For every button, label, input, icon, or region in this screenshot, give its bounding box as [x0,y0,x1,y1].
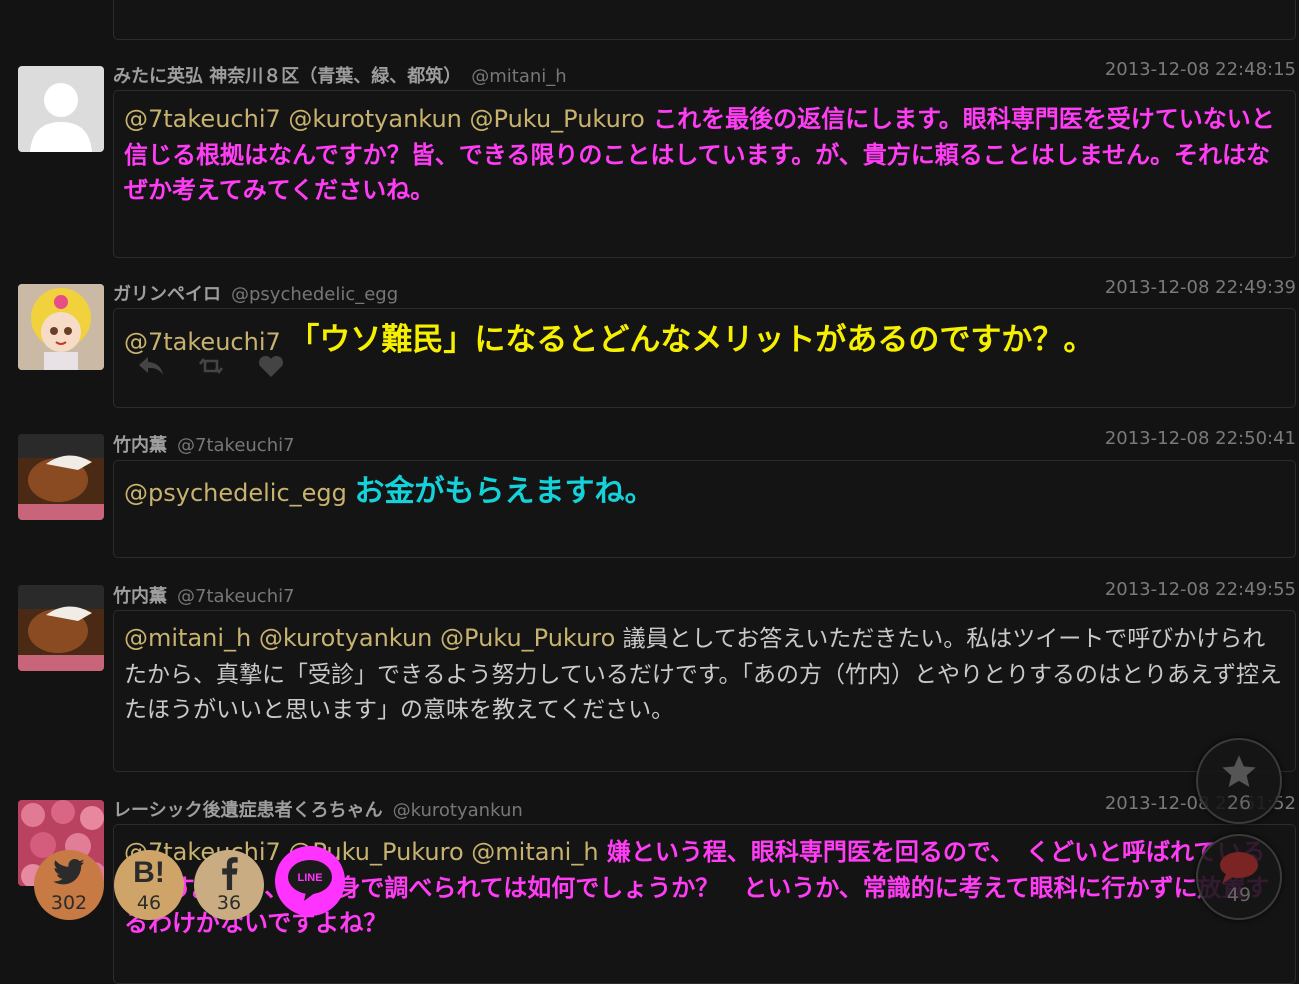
user-name[interactable]: 竹内薫 [113,586,167,607]
timestamp[interactable]: 2013-12-08 22:50:41 [1105,428,1296,449]
user-handle[interactable]: @7takeuchi7 [177,586,295,607]
user-handle[interactable]: @7takeuchi7 [177,435,295,456]
timestamp[interactable]: 2013-12-08 22:48:15 [1105,59,1296,80]
tweet-bubble: @7takeuchi7 @kurotyankun @Puku_Pukuro これ… [113,90,1296,258]
timestamp[interactable]: 2013-12-08 22:49:55 [1105,579,1296,600]
timestamp[interactable]: 2013-12-08 22:49:39 [1105,277,1296,298]
tweet-author[interactable]: 竹内薫 @7takeuchi7 [113,431,295,457]
tweet-text: @psychedelic_egg お金がもらえますね。 [124,474,1283,512]
twitter-share-button[interactable]: 302 [34,850,104,920]
user-handle[interactable]: @psychedelic_egg [231,284,398,305]
avatar[interactable] [18,434,104,520]
tweet-body: 「ウソ難民」になるとどんなメリットがあるのですか？。 [288,322,1095,358]
line-share-button[interactable]: LINE [275,846,345,916]
default-avatar-icon [30,83,92,152]
avatar[interactable] [18,585,104,671]
previous-tweet-bubble [113,0,1296,40]
tweet-author[interactable]: レーシック後遺症患者くろちゃん @kurotyankun [113,796,523,822]
heart-icon[interactable] [256,353,290,379]
avatar[interactable] [18,66,104,152]
mentions[interactable]: @7takeuchi7 [124,328,281,356]
mentions[interactable]: @7takeuchi7 @kurotyankun @Puku_Pukuro [124,105,645,133]
photo-avatar-icon [18,434,104,520]
tweet-bubble: @psychedelic_egg お金がもらえますね。 [113,460,1296,558]
favorite-count: 26 [1226,792,1252,814]
retweet-icon[interactable] [196,353,230,379]
comment-count: 49 [1226,884,1252,906]
line-icon: LINE [288,860,332,901]
facebook-share-count: 36 [216,892,242,914]
tweet-actions [136,353,290,379]
tweet-text: @7takeuchi7 「ウソ難民」になるとどんなメリットがあるのですか？。 [124,322,1283,361]
user-name[interactable]: レーシック後遺症患者くろちゃん [113,800,383,821]
user-handle[interactable]: @kurotyankun [393,800,523,821]
comment-button[interactable]: 49 [1196,834,1282,920]
hatena-share-count: 46 [136,892,162,914]
tweet-author[interactable]: 竹内薫 @7takeuchi7 [113,582,295,608]
user-name[interactable]: ガリンペイロ [113,284,221,305]
favorite-button[interactable]: 26 [1196,738,1282,824]
line-label: LINE [297,872,322,884]
mentions[interactable]: @mitani_h @kurotyankun @Puku_Pukuro [124,624,615,652]
tweet-bubble: @7takeuchi7 「ウソ難民」になるとどんなメリットがあるのですか？。 [113,308,1296,408]
twitter-icon [53,858,85,885]
user-name[interactable]: 竹内薫 [113,435,167,456]
tweet-text: @mitani_h @kurotyankun @Puku_Pukuro 議員とし… [124,621,1283,729]
character-avatar-icon [18,284,104,370]
facebook-share-button[interactable]: 36 [194,850,264,920]
facebook-icon [222,857,238,890]
mentions[interactable]: @psychedelic_egg [124,479,347,507]
mentions[interactable]: @7takeuchi7 @Puku_Pukuro @mitani_h [124,838,599,866]
reply-icon[interactable] [136,353,170,379]
tweet-body: お金がもらえますね。 [354,474,655,509]
tweet-text: @7takeuchi7 @kurotyankun @Puku_Pukuro これ… [124,102,1283,209]
twitter-share-count: 302 [50,892,88,914]
hatena-share-button[interactable]: B! 46 [114,850,184,920]
tweet-bubble: @mitani_h @kurotyankun @Puku_Pukuro 議員とし… [113,610,1296,772]
star-icon [1222,755,1256,787]
avatar[interactable] [18,284,104,370]
hatena-icon: B! [133,856,165,889]
user-name[interactable]: みたに英弘 神奈川８区（青葉、緑、都筑） [113,66,461,87]
comment-icon [1220,852,1258,884]
tweet-author[interactable]: ガリンペイロ @psychedelic_egg [113,280,398,306]
user-handle[interactable]: @mitani_h [471,66,566,87]
photo-avatar-icon [18,585,104,671]
tweet-author[interactable]: みたに英弘 神奈川８区（青葉、緑、都筑） @mitani_h [113,62,567,88]
